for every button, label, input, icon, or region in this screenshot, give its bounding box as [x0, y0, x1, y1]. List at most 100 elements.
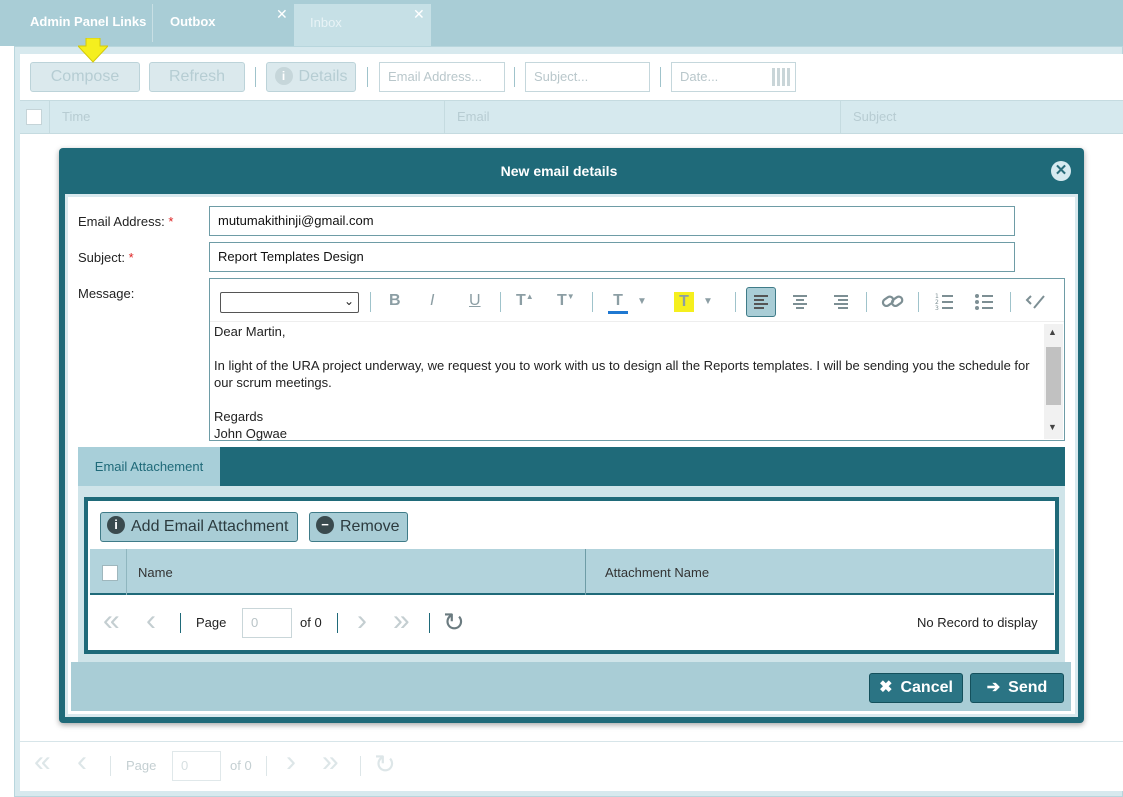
subject-field[interactable]: Report Templates Design	[209, 242, 1015, 272]
page-input[interactable]: 0	[172, 751, 221, 781]
first-page-icon[interactable]: «	[34, 745, 51, 779]
email-address-field[interactable]: mutumakithinji@gmail.com	[209, 206, 1015, 236]
close-icon: ✖	[879, 679, 893, 696]
message-label: Message:	[78, 286, 135, 301]
view-html-icon[interactable]	[1024, 290, 1048, 314]
column-header-name[interactable]: Name	[138, 565, 173, 580]
refresh-icon[interactable]: ↻	[374, 749, 396, 780]
toolbar-divider	[370, 292, 371, 312]
grid-header	[20, 100, 1123, 134]
scrollbar-thumb[interactable]	[1046, 347, 1061, 405]
send-button[interactable]: ➔ Send	[970, 673, 1064, 703]
cancel-label: Cancel	[900, 679, 953, 696]
align-center-icon[interactable]	[788, 290, 812, 314]
info-icon: i	[274, 67, 293, 85]
page-input[interactable]: 0	[242, 608, 292, 638]
email-filter-input[interactable]: Email Address...	[379, 62, 505, 92]
close-icon[interactable]: ✕	[1051, 161, 1071, 181]
font-select[interactable]: ⌄	[220, 292, 359, 313]
tab-outbox[interactable]: Outbox	[140, 0, 290, 42]
column-header-attachment-name[interactable]: Attachment Name	[605, 565, 709, 580]
superscript-icon[interactable]: T▲	[516, 292, 534, 310]
select-all-checkbox[interactable]	[26, 109, 42, 125]
align-left-icon	[754, 295, 768, 309]
subscript-icon[interactable]: T▼	[557, 292, 575, 310]
refresh-icon[interactable]: ↻	[443, 607, 465, 638]
remove-label: Remove	[340, 518, 400, 535]
cancel-button[interactable]: ✖ Cancel	[869, 673, 963, 703]
font-color-dropdown-icon[interactable]: ▼	[637, 296, 647, 307]
underline-icon[interactable]: U	[469, 292, 481, 310]
svg-text:3: 3	[935, 305, 939, 312]
minus-icon: −	[316, 516, 334, 534]
close-tab-icon[interactable]: ✕	[276, 6, 288, 23]
remove-button[interactable]: − Remove	[309, 512, 408, 542]
scroll-down-icon[interactable]: ▼	[1048, 422, 1057, 432]
first-page-icon[interactable]: «	[103, 604, 120, 638]
refresh-button[interactable]: Refresh	[149, 62, 245, 92]
toolbar-divider	[660, 67, 661, 87]
info-icon: i	[107, 516, 125, 534]
scroll-up-icon[interactable]: ▲	[1048, 327, 1057, 337]
prev-page-icon[interactable]: ‹	[146, 604, 156, 638]
subject-filter-input[interactable]: Subject...	[525, 62, 650, 92]
attachment-tabbar	[78, 447, 1065, 486]
message-line: In light of the URA project underway, we…	[214, 358, 1030, 390]
link-icon[interactable]	[880, 290, 906, 314]
add-attachment-label: Add Email Attachment	[131, 518, 289, 535]
message-body[interactable]: Dear Martin, In light of the URA project…	[214, 323, 1034, 442]
message-line: Dear Martin,	[214, 324, 286, 339]
align-left-button[interactable]	[746, 287, 776, 317]
bulleted-list-icon[interactable]	[972, 290, 996, 314]
no-record-text: No Record to display	[917, 615, 1038, 630]
align-right-icon[interactable]	[829, 290, 853, 314]
prev-page-icon[interactable]: ‹	[77, 745, 87, 779]
attachment-grid-header	[90, 549, 1054, 595]
email-address-label-text: Email Address:	[78, 214, 165, 229]
subject-label-text: Subject:	[78, 250, 125, 265]
tab-email-attachment[interactable]: Email Attachement	[78, 447, 220, 486]
column-divider	[840, 100, 841, 134]
date-filter-placeholder: Date...	[680, 69, 719, 84]
bold-icon[interactable]: B	[389, 292, 401, 310]
tab-admin-panel-links[interactable]: Admin Panel Links	[0, 0, 152, 42]
pager-divider	[266, 756, 267, 776]
email-address-label: Email Address: *	[78, 214, 173, 229]
tab-label: Inbox	[310, 15, 342, 30]
arrow-down-icon	[78, 38, 108, 63]
ordered-list-icon[interactable]: 123	[932, 290, 956, 314]
subject-filter-placeholder: Subject...	[534, 69, 589, 84]
font-color-icon[interactable]: T	[608, 292, 628, 314]
column-divider	[444, 100, 445, 134]
toolbar-divider	[735, 292, 736, 312]
details-button[interactable]: i Details	[266, 62, 356, 92]
last-page-icon[interactable]: »	[322, 745, 339, 779]
message-line	[214, 340, 1034, 357]
select-all-checkbox[interactable]	[102, 565, 118, 581]
page-count: of 0	[300, 615, 322, 630]
column-header-time[interactable]: Time	[62, 109, 90, 124]
highlight-color-icon[interactable]: T	[674, 292, 694, 312]
toolbar-divider	[592, 292, 593, 312]
toolbar-divider	[255, 67, 256, 87]
last-page-icon[interactable]: »	[393, 604, 410, 638]
tab-inbox[interactable]: Inbox	[294, 4, 431, 46]
add-attachment-button[interactable]: i Add Email Attachment	[100, 512, 298, 542]
column-header-email[interactable]: Email	[457, 109, 490, 124]
message-line	[214, 391, 1034, 408]
close-tab-icon[interactable]: ✕	[413, 6, 425, 23]
send-label: Send	[1008, 679, 1048, 696]
page-label: Page	[196, 615, 227, 630]
calendar-icon[interactable]	[772, 68, 792, 86]
highlight-dropdown-icon[interactable]: ▼	[703, 296, 713, 307]
column-divider	[126, 549, 127, 595]
compose-button[interactable]: Compose	[30, 62, 140, 92]
column-divider	[585, 549, 586, 595]
toolbar-divider	[1010, 292, 1011, 312]
column-header-subject[interactable]: Subject	[853, 109, 896, 124]
next-page-icon[interactable]: ›	[286, 745, 296, 779]
page-label: Page	[126, 758, 157, 773]
italic-icon[interactable]: I	[430, 292, 434, 310]
chevron-down-icon: ⌄	[343, 294, 354, 308]
next-page-icon[interactable]: ›	[357, 604, 367, 638]
